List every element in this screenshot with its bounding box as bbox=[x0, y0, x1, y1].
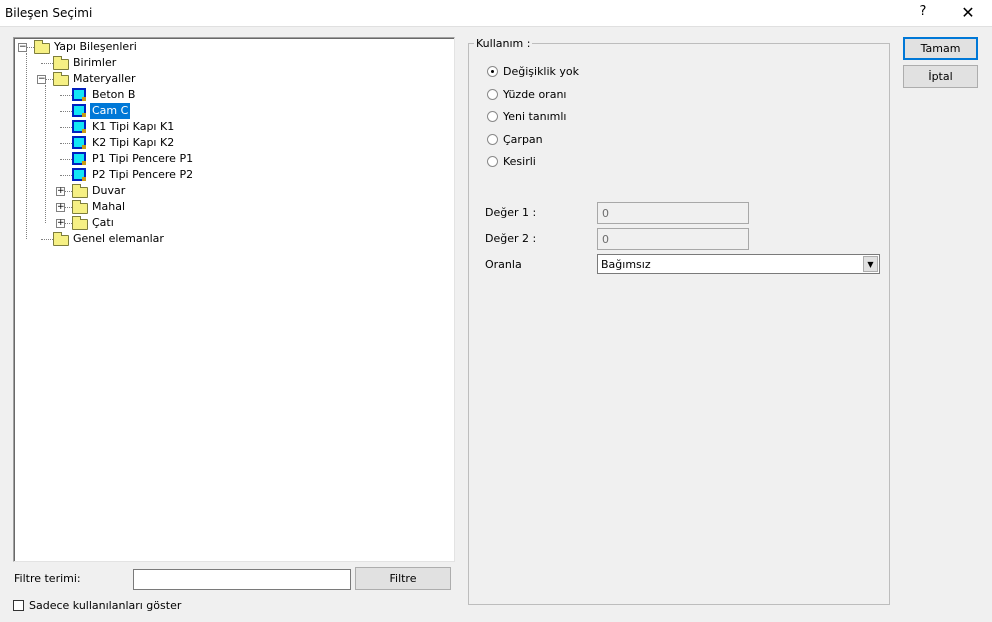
help-button[interactable]: ? bbox=[915, 4, 931, 19]
folder-icon bbox=[34, 40, 50, 54]
collapse-icon[interactable]: − bbox=[37, 75, 46, 84]
expand-icon[interactable]: + bbox=[56, 203, 65, 212]
ratio-label: Oranla bbox=[485, 258, 522, 271]
folder-icon bbox=[72, 200, 88, 214]
usage-radio-label[interactable]: Yüzde oranı bbox=[503, 88, 566, 101]
cube-icon bbox=[72, 120, 86, 133]
tree-node-label: Mahal bbox=[92, 200, 125, 213]
cube-icon bbox=[72, 136, 86, 149]
tree-node-label: Beton B bbox=[92, 88, 136, 101]
folder-icon bbox=[72, 184, 88, 198]
cube-icon bbox=[72, 104, 86, 117]
show-used-checkbox[interactable] bbox=[13, 600, 24, 611]
value1-label: Değer 1 : bbox=[485, 206, 537, 219]
ratio-select[interactable]: Bağımsız ▼ bbox=[597, 254, 880, 274]
tree-node[interactable]: K2 Tipi Kapı K2 bbox=[14, 135, 454, 151]
tree-node-label: Materyaller bbox=[73, 72, 136, 85]
usage-group bbox=[468, 43, 890, 605]
tree-node[interactable]: Cam C bbox=[14, 103, 454, 119]
cube-icon bbox=[72, 168, 86, 181]
tree-node-label: Birimler bbox=[73, 56, 117, 69]
folder-icon bbox=[53, 232, 69, 246]
tree-node[interactable]: − Materyaller bbox=[14, 71, 454, 87]
tree-node-label: Duvar bbox=[92, 184, 126, 197]
usage-radio-label[interactable]: Çarpan bbox=[503, 133, 543, 146]
value1-input[interactable] bbox=[597, 202, 749, 224]
usage-radio-label[interactable]: Değişiklik yok bbox=[503, 65, 579, 78]
tree-node-label: Cam C bbox=[90, 103, 131, 119]
tree-node[interactable]: P1 Tipi Pencere P1 bbox=[14, 151, 454, 167]
tree-node[interactable]: Birimler bbox=[14, 55, 454, 71]
tree-node-label: P2 Tipi Pencere P2 bbox=[92, 168, 194, 181]
value2-label: Değer 2 : bbox=[485, 232, 537, 245]
tree-node[interactable]: − Yapı Bileşenleri bbox=[14, 39, 454, 55]
tree-node-label: K2 Tipi Kapı K2 bbox=[92, 136, 175, 149]
tree-node[interactable]: Genel elemanlar bbox=[14, 231, 454, 247]
usage-radio-label[interactable]: Yeni tanımlı bbox=[503, 110, 566, 123]
tree-node[interactable]: Beton B bbox=[14, 87, 454, 103]
tree-node-label: K1 Tipi Kapı K1 bbox=[92, 120, 175, 133]
folder-icon bbox=[53, 56, 69, 70]
ok-button[interactable]: Tamam bbox=[903, 37, 978, 60]
expand-icon[interactable]: + bbox=[56, 187, 65, 196]
ratio-select-value: Bağımsız bbox=[601, 258, 651, 271]
tree-node[interactable]: P2 Tipi Pencere P2 bbox=[14, 167, 454, 183]
component-tree[interactable]: − Yapı Bileşenleri Birimler − Materyaller Bet… bbox=[13, 37, 455, 562]
show-used-label: Sadece kullanılanları göster bbox=[29, 599, 182, 612]
filter-label: Filtre terimi: bbox=[14, 572, 81, 585]
collapse-icon[interactable]: − bbox=[18, 43, 27, 52]
tree-connector bbox=[45, 85, 46, 223]
tree-node[interactable]: K1 Tipi Kapı K1 bbox=[14, 119, 454, 135]
tree-node-label: Çatı bbox=[92, 216, 114, 229]
tree-node-label: P1 Tipi Pencere P1 bbox=[92, 152, 194, 165]
usage-radio-label[interactable]: Kesirli bbox=[503, 155, 536, 168]
folder-icon bbox=[53, 72, 69, 86]
filter-button[interactable]: Filtre bbox=[355, 567, 451, 590]
tree-node[interactable]: + Çatı bbox=[14, 215, 454, 231]
tree-connector bbox=[26, 53, 27, 239]
chevron-down-icon[interactable]: ▼ bbox=[863, 256, 878, 272]
filter-input[interactable] bbox=[133, 569, 351, 590]
cancel-button[interactable]: İptal bbox=[903, 65, 978, 88]
tree-node[interactable]: + Mahal bbox=[14, 199, 454, 215]
title-bar: Bileşen Seçimi ? ✕ bbox=[0, 0, 992, 27]
usage-radio[interactable] bbox=[487, 111, 498, 122]
expand-icon[interactable]: + bbox=[56, 219, 65, 228]
cube-icon bbox=[72, 88, 86, 101]
cube-icon bbox=[72, 152, 86, 165]
window-title: Bileşen Seçimi bbox=[5, 6, 93, 20]
tree-node-label: Genel elemanlar bbox=[73, 232, 164, 245]
usage-radio[interactable] bbox=[487, 66, 498, 77]
value2-input[interactable] bbox=[597, 228, 749, 250]
tree-node[interactable]: + Duvar bbox=[14, 183, 454, 199]
usage-radio[interactable] bbox=[487, 88, 498, 100]
folder-icon bbox=[72, 216, 88, 230]
usage-radio[interactable] bbox=[487, 133, 498, 145]
usage-radio[interactable] bbox=[487, 156, 498, 167]
usage-group-label: Kullanım : bbox=[474, 37, 533, 50]
close-button[interactable]: ✕ bbox=[955, 1, 981, 25]
tree-node-label: Yapı Bileşenleri bbox=[54, 40, 137, 53]
